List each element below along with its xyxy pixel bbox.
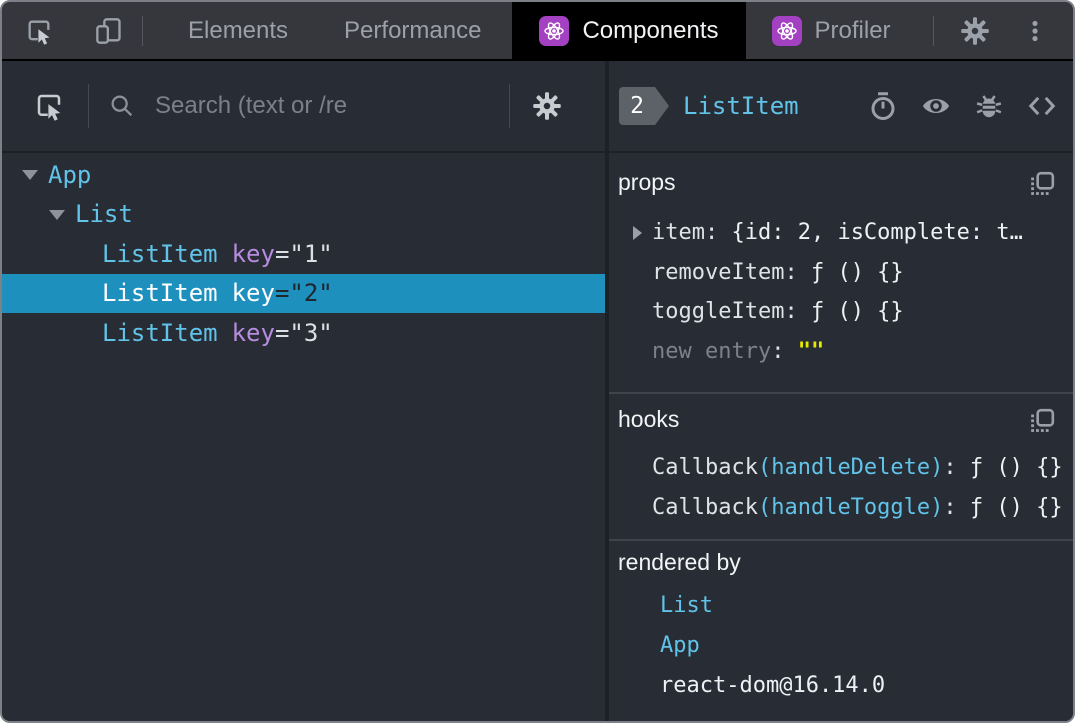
component-name: List	[75, 200, 133, 229]
hooks-section: hooks Callback (handleDelete): ƒ () {} …	[609, 392, 1073, 539]
hooks-title: hooks	[618, 406, 680, 432]
hook-row-handletoggle[interactable]: Callback (handleToggle): ƒ () {}	[609, 488, 1073, 528]
prop-row-new-entry[interactable]: new entry: ""	[609, 332, 1073, 372]
inspect-dom-eye-icon[interactable]	[921, 91, 951, 121]
tab-components-label: Components	[582, 16, 719, 44]
prop-separator: :	[771, 338, 798, 364]
tab-components[interactable]: Components	[512, 2, 746, 59]
hook-type: Callback	[652, 494, 758, 520]
inspect-element-icon[interactable]	[24, 16, 54, 46]
log-to-console-bug-icon[interactable]	[974, 91, 1004, 121]
hook-value: ƒ () {}	[969, 455, 1063, 481]
hook-value: ƒ () {}	[969, 494, 1063, 520]
suspend-stopwatch-icon[interactable]	[868, 91, 898, 121]
key-value: ="1"	[274, 239, 333, 268]
tree-row-listitem-2-selected[interactable]: ListItem key ="2"	[2, 273, 605, 313]
component-name: ListItem	[102, 318, 218, 347]
prop-row-item[interactable]: item: {id: 2, isComplete: t…	[609, 213, 1073, 253]
expander-down-icon[interactable]	[49, 209, 65, 220]
kebab-menu-icon[interactable]	[1020, 16, 1050, 46]
copy-props-icon[interactable]	[1027, 169, 1057, 199]
key-attribute: key	[231, 318, 275, 347]
key-value: ="2"	[274, 279, 333, 308]
selected-component-header: 2 ListItem	[609, 61, 1073, 153]
prop-value: {id: 2, isComplete: t…	[731, 220, 1023, 246]
rendered-by-list[interactable]: List	[609, 585, 1073, 625]
hook-name: (handleDelete)	[757, 455, 944, 481]
component-name: App	[48, 160, 92, 189]
device-toolbar-icon[interactable]	[94, 16, 124, 46]
prop-name: toggleItem	[652, 299, 785, 325]
react-icon	[539, 15, 570, 46]
search-icon	[107, 91, 137, 121]
hook-type: Callback	[652, 455, 758, 481]
key-attribute: key	[231, 279, 275, 308]
copy-hooks-icon[interactable]	[1027, 406, 1057, 436]
divider	[932, 15, 934, 46]
owner-link[interactable]: App	[660, 633, 700, 658]
badge-count: 2	[619, 87, 655, 125]
prop-row-removeitem: removeItem: ƒ () {}	[609, 253, 1073, 293]
key-attribute: key	[231, 239, 275, 268]
new-entry-label: new entry	[652, 338, 772, 364]
new-entry-value[interactable]: ""	[798, 339, 825, 364]
divider	[509, 84, 510, 128]
prop-name: item	[652, 220, 705, 246]
component-name: ListItem	[102, 239, 218, 268]
tree-row-listitem-3[interactable]: ListItem key ="3"	[2, 313, 605, 353]
prop-separator: :	[784, 299, 811, 325]
selected-component-name: ListItem	[683, 92, 799, 120]
props-section: props item: {id: 2, isComplete: t… remo…	[609, 153, 1073, 392]
devtools-window: Elements Performance Components Profiler…	[0, 0, 1075, 723]
rendered-by-title: rendered by	[618, 549, 741, 575]
tree-settings-gear-icon[interactable]	[532, 91, 562, 121]
prop-value: ƒ () {}	[810, 259, 904, 285]
expander-right-icon[interactable]	[633, 226, 642, 240]
props-title: props	[618, 169, 676, 195]
owners-count-badge[interactable]: 2	[619, 87, 669, 125]
badge-arrow	[655, 87, 669, 125]
react-icon	[771, 15, 802, 46]
hook-name: (handleToggle)	[757, 494, 944, 520]
divider	[88, 84, 89, 128]
tab-profiler-label: Profiler	[814, 16, 891, 44]
components-tree-panel: App List ListItemkey="1" ListItemkey="2"…	[2, 61, 605, 721]
tab-performance[interactable]: Performance	[316, 2, 509, 59]
component-name: ListItem	[102, 279, 218, 308]
tree-row-list[interactable]: List	[2, 195, 605, 235]
rendered-by-section: rendered by List App react-dom@16.14.0	[609, 539, 1073, 721]
tab-profiler[interactable]: Profiler	[746, 2, 917, 59]
owner-link[interactable]: List	[660, 593, 713, 618]
prop-name: removeItem	[652, 259, 785, 285]
tree-row-listitem-1[interactable]: ListItem key ="1"	[2, 234, 605, 274]
hook-row-handledelete[interactable]: Callback (handleDelete): ƒ () {}	[609, 448, 1073, 488]
key-value: ="3"	[274, 318, 333, 347]
tab-elements[interactable]: Elements	[160, 2, 316, 59]
hook-separator: :	[943, 455, 970, 481]
hook-separator: :	[943, 494, 970, 520]
view-source-code-icon[interactable]	[1027, 91, 1057, 121]
settings-gear-icon[interactable]	[960, 16, 990, 46]
prop-separator: :	[704, 220, 732, 246]
devtools-tab-bar: Elements Performance Components Profiler	[2, 2, 1073, 61]
search-input[interactable]	[153, 91, 509, 121]
renderer-version: react-dom@16.14.0	[660, 672, 886, 698]
prop-row-toggleitem: toggleItem: ƒ () {}	[609, 292, 1073, 332]
select-component-icon[interactable]	[34, 91, 64, 121]
divider	[142, 15, 143, 46]
prop-separator: :	[784, 259, 811, 285]
component-details-panel: 2 ListItem props item: {id: 2, isComple…	[609, 61, 1073, 721]
expander-down-icon[interactable]	[22, 170, 38, 180]
rendered-by-react-dom: react-dom@16.14.0	[609, 665, 1073, 705]
prop-value: ƒ () {}	[810, 299, 904, 325]
tree-toolbar	[2, 61, 605, 153]
component-tree: App List ListItem key ="1" ListItem key ="2"…	[2, 153, 605, 353]
rendered-by-app[interactable]: App	[609, 625, 1073, 665]
tree-row-app[interactable]: App	[2, 155, 605, 195]
